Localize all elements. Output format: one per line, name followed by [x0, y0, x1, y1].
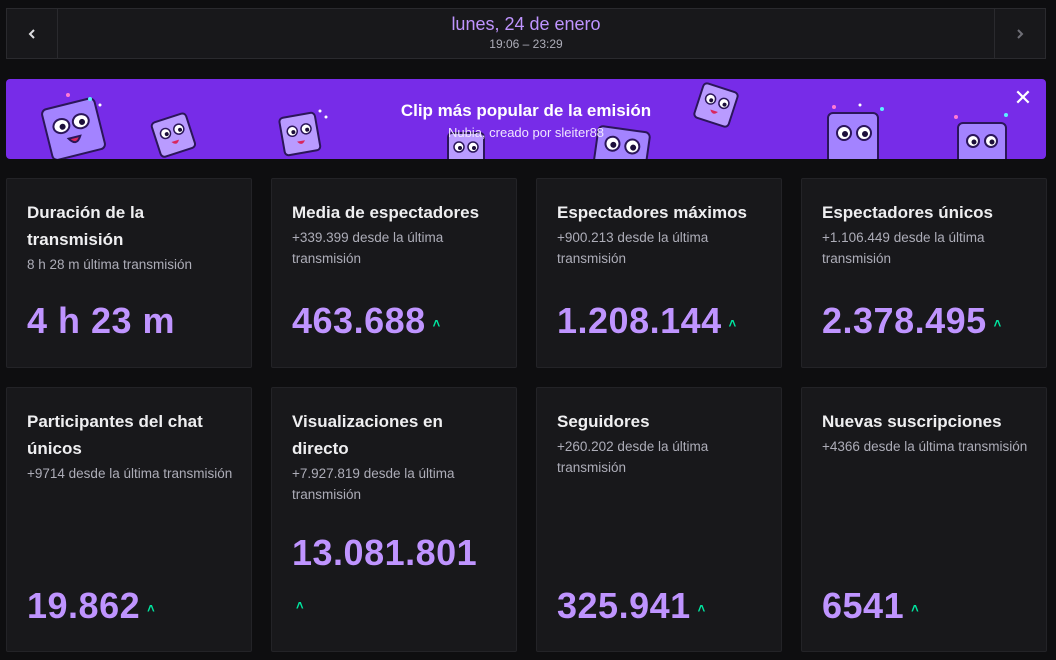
top-clip-banner[interactable]: Clip más popular de la emisión Nubia, cr…	[6, 79, 1046, 159]
stat-comparison: 8 h 28 m última transmisión	[27, 257, 193, 272]
stat-value: 1.208.144 ˄	[557, 300, 737, 342]
stat-title: Nuevas suscripciones	[822, 412, 1002, 431]
stat-title: Visualizaciones en directo	[292, 412, 443, 458]
top-clip-title: Clip más popular de la emisión	[400, 101, 652, 120]
close-banner-button[interactable]: ✕	[1010, 85, 1036, 111]
stat-title: Media de espectadores	[292, 203, 480, 222]
stat-value: 4 h 23 m	[27, 300, 175, 342]
stat-card-average-viewers: Media de espectadores +339.399 desde la …	[271, 178, 517, 368]
stat-card-live-views: Visualizaciones en directo +7.927.819 de…	[271, 387, 517, 652]
stat-card-peak-viewers: Espectadores máximos +900.213 desde la ú…	[536, 178, 782, 368]
stream-date: lunes, 24 de enero	[451, 14, 601, 34]
stat-comparison: +4366 desde la última transmisión	[822, 439, 1028, 454]
trend-up-icon: ˄	[432, 315, 441, 331]
stat-title: Participantes del chat únicos	[27, 412, 203, 458]
stream-time-range: 19:06 – 23:29	[489, 37, 563, 51]
trend-up-icon: ˄	[728, 315, 737, 331]
stat-value: 463.688 ˄	[292, 300, 441, 342]
trend-up-icon: ˄	[911, 600, 920, 616]
stat-title: Duración de la transmisión	[27, 203, 145, 249]
stat-comparison: +260.202 desde la última transmisión	[557, 439, 709, 475]
stat-value: 19.862 ˄	[27, 585, 155, 627]
stat-title: Espectadores únicos	[822, 203, 994, 222]
date-display: lunes, 24 de enero 19:06 – 23:29	[57, 9, 995, 51]
stat-value-number: 463.688	[292, 300, 426, 341]
stat-value-number: 6541	[822, 585, 905, 626]
stat-card-followers: Seguidores +260.202 desde la última tran…	[536, 387, 782, 652]
next-stream-button[interactable]	[994, 9, 1045, 58]
stat-value-number: 4 h 23 m	[27, 300, 176, 341]
top-clip-subtitle: Nubia, creado por sleiter88	[447, 125, 605, 140]
stat-card-new-subscriptions: Nuevas suscripciones +4366 desde la últi…	[801, 387, 1047, 652]
previous-stream-button[interactable]	[7, 9, 58, 58]
stat-comparison: +339.399 desde la última transmisión	[292, 230, 444, 266]
date-navigation: lunes, 24 de enero 19:06 – 23:29	[6, 8, 1046, 59]
stat-comparison: +9714 desde la última transmisión	[27, 466, 233, 481]
trend-up-icon: ˄	[697, 600, 706, 616]
stat-value-number: 1.208.144	[557, 300, 722, 341]
stat-comparison: +900.213 desde la última transmisión	[557, 230, 709, 266]
stat-value: 325.941 ˄	[557, 585, 706, 627]
stat-value-number: 13.081.801	[292, 532, 478, 573]
stat-value: 13.081.801	[292, 532, 477, 574]
trend-up-icon: ˄	[296, 598, 304, 613]
stat-value-number: 325.941	[557, 585, 691, 626]
stat-value-number: 19.862	[27, 585, 141, 626]
trend-up-icon: ˄	[993, 315, 1002, 331]
stat-comparison: +7.927.819 desde la última transmisión	[292, 466, 455, 502]
chevron-left-icon	[28, 28, 35, 39]
stat-card-unique-chatters: Participantes del chat únicos +9714 desd…	[6, 387, 252, 652]
stat-title: Espectadores máximos	[557, 203, 747, 222]
stat-value: 2.378.495 ˄	[822, 300, 1002, 342]
stat-card-unique-viewers: Espectadores únicos +1.106.449 desde la …	[801, 178, 1047, 368]
stat-value: 6541 ˄	[822, 585, 919, 627]
chevron-right-icon	[1017, 28, 1024, 39]
top-clip-info: Clip más popular de la emisión Nubia, cr…	[6, 101, 1046, 140]
close-icon: ✕	[1013, 85, 1033, 110]
stat-comparison: +1.106.449 desde la última transmisión	[822, 230, 985, 266]
stat-card-duration: Duración de la transmisión 8 h 28 m últi…	[6, 178, 252, 368]
trend-up-icon: ˄	[147, 600, 156, 616]
stat-title: Seguidores	[557, 412, 650, 431]
stat-value-number: 2.378.495	[822, 300, 987, 341]
